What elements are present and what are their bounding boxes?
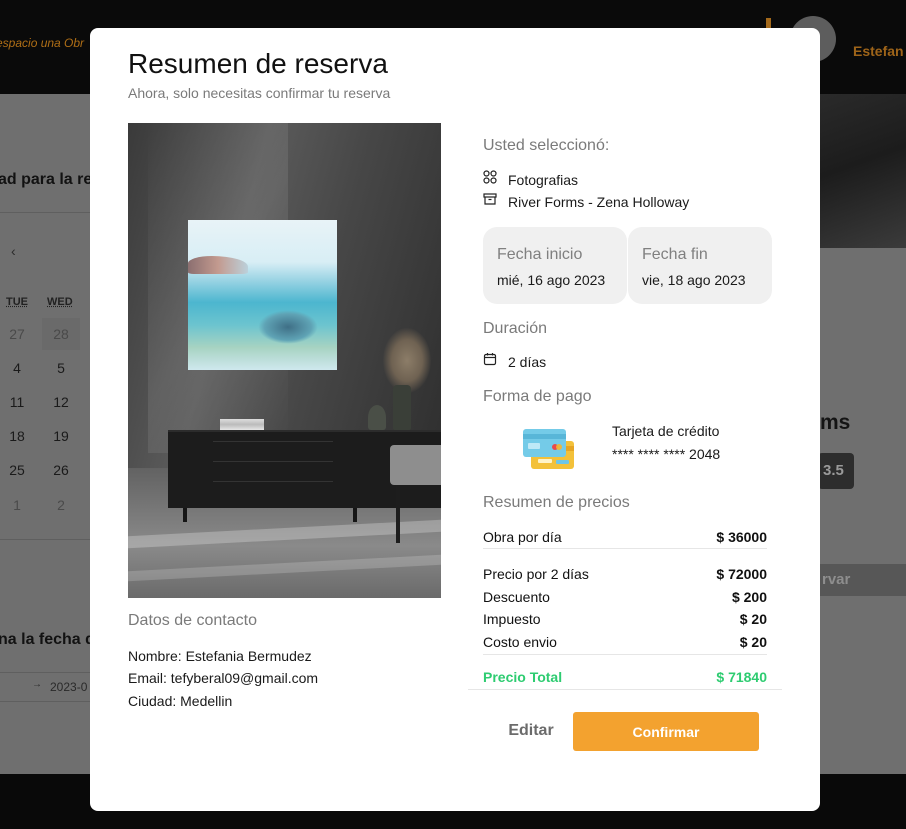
price-label: Impuesto [483,611,541,627]
sideboard-drawer [213,441,333,442]
pampas-plant [383,328,431,393]
background-date-title: na la fecha d [0,631,95,648]
calendar-day-name: TUE [6,296,28,308]
calendar-day[interactable]: 28 [46,326,76,342]
background-artwork-title: ms [820,411,851,434]
selection-title: Usted seleccionó: [483,137,610,154]
calendar-day[interactable]: 11 [2,394,32,410]
divider [483,548,767,549]
price-row-tax: Impuesto $ 20 [483,611,767,629]
calendar-icon [483,353,497,366]
sideboard-leg [183,508,187,522]
calendar-day[interactable]: 4 [2,360,32,376]
duration-value: 2 días [508,354,547,370]
price-row-total: Precio Total $ 71840 [483,669,767,687]
vase [393,385,411,430]
calendar-day-name: WED [47,296,73,308]
calendar-day[interactable]: 25 [2,462,32,478]
price-label: Descuento [483,589,550,605]
payment-title: Forma de pago [483,388,592,405]
archive-box-icon [483,193,497,205]
artwork-room-image [128,123,441,598]
end-date-value: vie, 18 ago 2023 [642,272,746,288]
price-summary-title: Resumen de precios [483,494,630,511]
start-date-card: Fecha inicio mié, 16 ago 2023 [483,227,627,304]
payment-card-number: **** **** **** 2048 [612,446,721,462]
artwork-painting [188,220,337,370]
background-availability-title: ad para la re [0,171,93,188]
calendar-day[interactable]: 5 [46,360,76,376]
sideboard-drawer [213,461,333,462]
total-value: $ 71840 [716,669,767,685]
contact-section-title: Datos de contacto [128,612,257,629]
background-tagline: espacio una Obr [0,36,85,50]
arrow-icon: → [32,679,42,690]
background-calendar [0,212,90,540]
price-label: Obra por día [483,529,562,545]
calendar-day[interactable]: 27 [2,326,32,342]
background-date-field[interactable]: 2023-0 [0,672,90,702]
price-row-per-day: Obra por día $ 36000 [483,529,767,547]
selection-artwork-label: River Forms - Zena Holloway [508,194,690,210]
books [220,419,264,430]
calendar-day[interactable]: 1 [2,497,32,513]
chair [390,445,441,485]
calendar-day[interactable]: 19 [46,428,76,444]
credit-cards-icon [523,429,574,469]
vase [368,405,386,430]
painting-rock [188,256,248,274]
sideboard-leg [353,508,357,522]
duration-title: Duración [483,320,548,337]
rating-badge: 3.5 [818,453,854,489]
payment-method: Tarjeta de crédito [612,423,720,439]
total-label: Precio Total [483,669,563,685]
sideboard-drawer [213,481,333,482]
modal-subtitle: Ahora, solo necesitas confirmar tu reser… [128,85,391,101]
price-value: $ 72000 [716,566,767,582]
end-date-label: Fecha fin [642,246,708,263]
price-value: $ 200 [731,589,767,605]
calendar-day[interactable]: 18 [2,428,32,444]
calendar-day[interactable]: 2 [46,497,76,513]
category-grid-icon [483,170,497,184]
background-user-name[interactable]: Estefan [853,43,904,59]
divider [483,654,767,655]
calendar-day[interactable]: 12 [46,394,76,410]
modal-title: Resumen de reserva [128,48,388,79]
booking-summary-modal: Resumen de reserva Ahora, solo necesitas… [90,28,820,811]
contact-email: Email: tefyberal09@gmail.com [128,670,319,686]
contact-city: Ciudad: Medellin [128,693,233,709]
end-date-card: Fecha fin vie, 18 ago 2023 [628,227,772,304]
start-date-label: Fecha inicio [497,246,583,263]
contact-name: Nombre: Estefania Bermudez [128,648,312,664]
price-row-discount: Descuento $ 200 [483,589,767,607]
calendar-day[interactable]: 26 [46,462,76,478]
selection-category-label: Fotografias [508,172,579,188]
edit-button[interactable]: Editar [500,718,562,744]
start-date-value: mié, 16 ago 2023 [497,272,606,288]
price-value: $ 36000 [716,529,767,545]
background-artwork-photo [820,94,906,248]
painting-stone [258,310,318,344]
price-label: Costo envio [483,634,557,650]
price-row-shipping: Costo envio $ 20 [483,634,767,652]
divider [468,689,782,690]
price-value: $ 20 [739,634,767,650]
chair-leg [396,485,400,543]
price-row-period: Precio por 2 días $ 72000 [483,566,767,584]
confirm-button[interactable]: Confirmar [573,712,759,751]
chevron-left-icon[interactable]: ‹ [11,243,16,259]
background-reserve-button[interactable]: rvar [820,564,906,596]
price-value: $ 20 [739,611,767,627]
price-label: Precio por 2 días [483,566,589,582]
